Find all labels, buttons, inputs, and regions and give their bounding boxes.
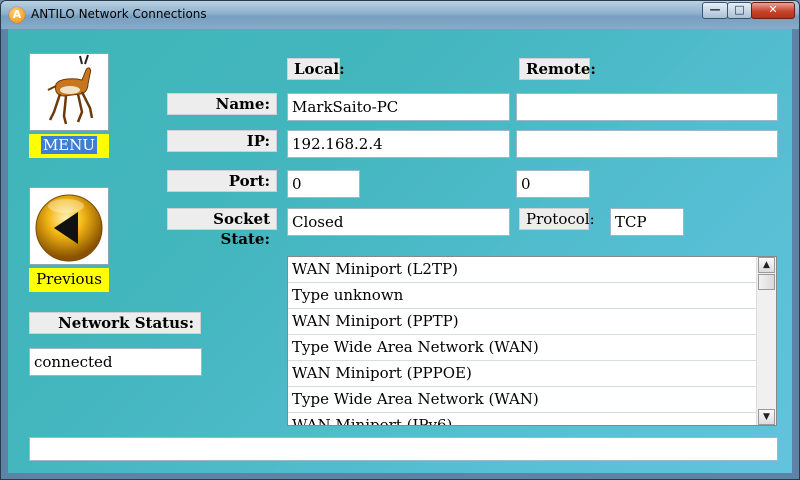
minimize-button[interactable]: — bbox=[702, 2, 728, 19]
remote-port-field[interactable]: 0 bbox=[516, 170, 590, 198]
client-area: MENU Previous Local: Remote: Name: MarkS… bbox=[8, 29, 792, 473]
name-label: Name: bbox=[167, 93, 277, 115]
ip-label: IP: bbox=[167, 130, 277, 152]
protocol-label: Protocol: bbox=[519, 208, 595, 230]
scroll-thumb[interactable] bbox=[758, 274, 775, 290]
network-status-field[interactable]: connected bbox=[29, 348, 202, 376]
socket-state-field[interactable]: Closed bbox=[287, 208, 510, 236]
menu-caption[interactable]: MENU bbox=[29, 134, 109, 158]
list-item[interactable]: Type Wide Area Network (WAN) bbox=[288, 387, 758, 413]
scroll-down-button[interactable]: ▼ bbox=[758, 409, 775, 425]
title-bar[interactable]: A ANTILO Network Connections — □ ✕ bbox=[1, 1, 799, 29]
list-item[interactable]: WAN Miniport (L2TP) bbox=[288, 257, 758, 283]
adapter-list-rows: WAN Miniport (L2TP) Type unknown WAN Min… bbox=[288, 257, 758, 425]
port-label: Port: bbox=[167, 170, 277, 192]
list-scrollbar[interactable]: ▲ ▼ bbox=[756, 257, 776, 425]
app-window: A ANTILO Network Connections — □ ✕ MENU bbox=[0, 0, 800, 480]
remote-ip-field[interactable] bbox=[516, 130, 778, 158]
remote-header: Remote: bbox=[519, 58, 596, 80]
menu-button[interactable] bbox=[29, 53, 109, 131]
scroll-up-button[interactable]: ▲ bbox=[758, 257, 775, 273]
list-item[interactable]: Type unknown bbox=[288, 283, 758, 309]
adapter-list[interactable]: WAN Miniport (L2TP) Type unknown WAN Min… bbox=[287, 256, 777, 426]
network-status-label: Network Status: bbox=[29, 312, 201, 334]
socket-state-label: Socket State: bbox=[167, 208, 277, 248]
previous-caption[interactable]: Previous bbox=[29, 268, 109, 292]
previous-button[interactable] bbox=[29, 187, 109, 265]
antelope-icon bbox=[47, 54, 94, 125]
menu-label[interactable]: MENU bbox=[40, 136, 98, 154]
back-arrow-icon bbox=[35, 194, 103, 262]
remote-name-field[interactable] bbox=[516, 93, 778, 121]
app-icon: A bbox=[9, 7, 25, 23]
local-header: Local: bbox=[287, 58, 345, 80]
list-item[interactable]: WAN Miniport (IPv6) bbox=[288, 413, 758, 425]
list-item[interactable]: WAN Miniport (PPPOE) bbox=[288, 361, 758, 387]
protocol-field[interactable]: TCP bbox=[610, 208, 684, 236]
window-title: ANTILO Network Connections bbox=[31, 7, 207, 21]
close-button[interactable]: ✕ bbox=[751, 2, 795, 19]
local-name-field[interactable]: MarkSaito-PC bbox=[287, 93, 510, 121]
status-bar bbox=[29, 437, 778, 461]
list-item[interactable]: Type Wide Area Network (WAN) bbox=[288, 335, 758, 361]
maximize-button[interactable]: □ bbox=[727, 2, 752, 19]
local-ip-field[interactable]: 192.168.2.4 bbox=[287, 130, 510, 158]
list-item[interactable]: WAN Miniport (PPTP) bbox=[288, 309, 758, 335]
local-port-field[interactable]: 0 bbox=[287, 170, 360, 198]
